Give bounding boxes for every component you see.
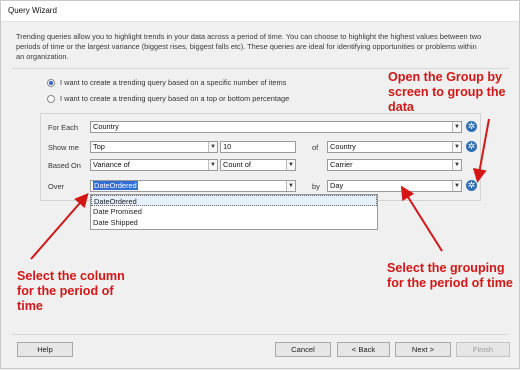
finish-button[interactable]: Finish (456, 342, 510, 357)
arrow-to-group-by (472, 118, 490, 183)
arrow-to-grouping (400, 185, 443, 252)
arrow-to-column (30, 192, 89, 260)
next-button[interactable]: Next > (395, 342, 451, 357)
cancel-button[interactable]: Cancel (275, 342, 331, 357)
back-button[interactable]: < Back (337, 342, 390, 357)
query-wizard-window: Query Wizard Trending queries allow you … (0, 0, 520, 369)
footer-divider (12, 334, 509, 335)
help-button[interactable]: Help (17, 342, 73, 357)
annotation-arrows (30, 118, 490, 260)
